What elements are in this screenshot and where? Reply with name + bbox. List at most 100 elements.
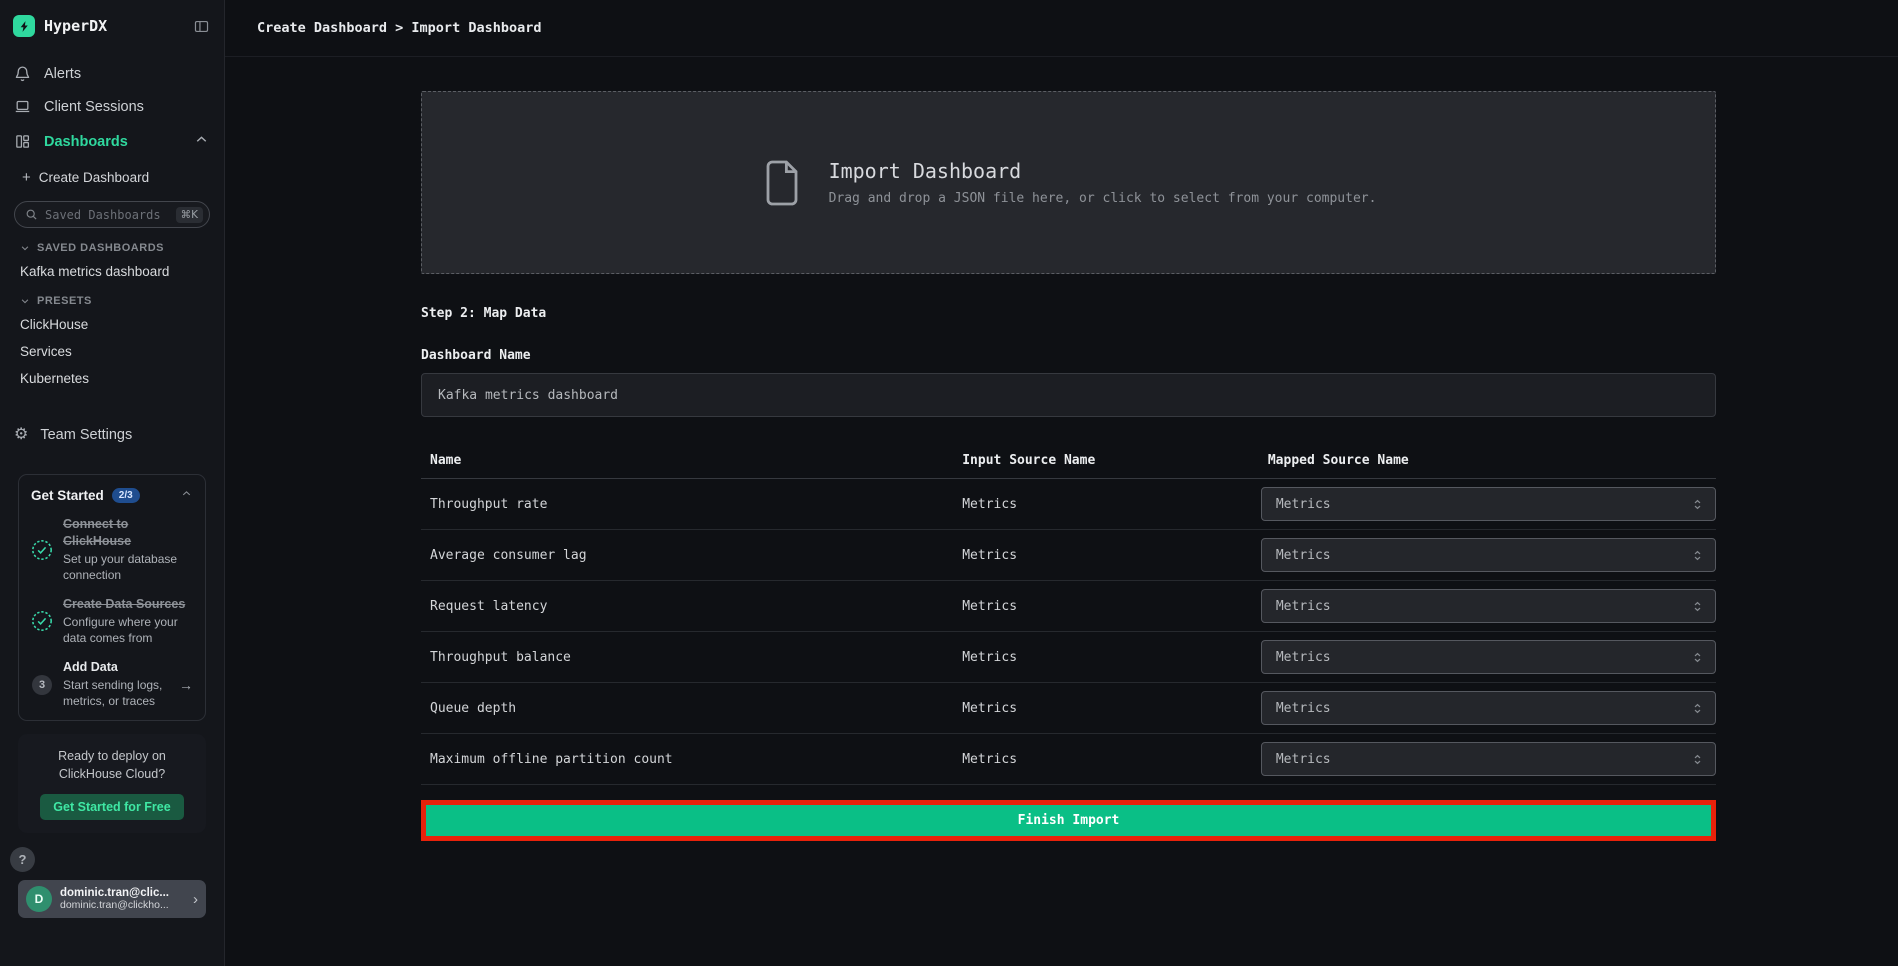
mapped-source-select[interactable]: Metrics (1261, 742, 1716, 776)
dashboards-grid-icon (14, 133, 31, 150)
arrow-right-icon: → (179, 677, 193, 693)
user-email: dominic.tran@clickho... (60, 899, 185, 911)
mapping-table: Name Input Source Name Mapped Source Nam… (421, 443, 1716, 785)
row-name: Queue depth (421, 701, 953, 716)
row-input-source: Metrics (953, 701, 1259, 716)
sidebar-nav: Alerts Client Sessions Dashboards (0, 57, 224, 160)
section-title: SAVED DASHBOARDS (37, 242, 164, 254)
select-value: Metrics (1276, 599, 1331, 614)
sidebar-item-client-sessions[interactable]: Client Sessions (0, 90, 224, 123)
hyperdx-logo-icon (13, 15, 35, 37)
topbar: Create Dashboard > Import Dashboard (225, 0, 1898, 57)
step-add-data[interactable]: 3 Add Data Start sending logs, metrics, … (31, 659, 193, 709)
mapped-source-select[interactable]: Metrics (1261, 538, 1716, 572)
chevron-up-icon (193, 131, 210, 152)
dashboard-name-input[interactable] (421, 373, 1716, 417)
row-input-source: Metrics (953, 650, 1259, 665)
dashboard-name-label: Dashboard Name (421, 348, 1716, 363)
chevron-selector-icon (1690, 497, 1705, 512)
finish-import-button[interactable]: Finish Import (426, 805, 1711, 836)
table-header-row: Name Input Source Name Mapped Source Nam… (421, 443, 1716, 479)
clickhouse-cloud-promo: Ready to deploy on ClickHouse Cloud? Get… (18, 734, 206, 834)
sidebar-item-services[interactable]: Services (0, 338, 224, 365)
table-row: Queue depth Metrics Metrics (421, 683, 1716, 734)
row-name: Request latency (421, 599, 953, 614)
step-subtitle: Set up your database connection (63, 551, 193, 583)
row-input-source: Metrics (953, 752, 1259, 767)
row-input-source: Metrics (953, 497, 1259, 512)
select-value: Metrics (1276, 650, 1331, 665)
step-connect-clickhouse[interactable]: Connect to ClickHouse Set up your databa… (31, 516, 193, 583)
chevron-down-icon (20, 243, 30, 253)
get-started-free-button[interactable]: Get Started for Free (40, 794, 183, 820)
sidebar-item-clickhouse[interactable]: ClickHouse (0, 311, 224, 338)
get-started-card: Get Started 2/3 Connect to ClickHouse Se… (18, 474, 206, 721)
sidebar-item-kafka-metrics-dashboard[interactable]: Kafka metrics dashboard (0, 258, 224, 285)
sidebar-item-kubernetes[interactable]: Kubernetes (0, 365, 224, 392)
create-dashboard-label: Create Dashboard (39, 170, 149, 185)
file-icon (761, 158, 803, 208)
chevron-selector-icon (1690, 701, 1705, 716)
promo-line-1: Ready to deploy on (30, 747, 194, 766)
column-header-mapped-source: Mapped Source Name (1259, 453, 1716, 468)
mapped-source-select[interactable]: Metrics (1261, 589, 1716, 623)
mapped-source-select[interactable]: Metrics (1261, 487, 1716, 521)
step-title: Add Data (63, 659, 169, 676)
search-placeholder: Saved Dashboards (45, 208, 169, 222)
table-row: Request latency Metrics Metrics (421, 581, 1716, 632)
row-name: Throughput rate (421, 497, 953, 512)
step-title: Connect to ClickHouse (63, 516, 193, 550)
sidebar-item-dashboards[interactable]: Dashboards (0, 123, 224, 160)
breadcrumb: Create Dashboard > Import Dashboard (257, 20, 541, 36)
select-value: Metrics (1276, 701, 1331, 716)
column-header-name: Name (421, 453, 953, 468)
step-subtitle: Configure where your data comes from (63, 614, 193, 646)
step-2-heading: Step 2: Map Data (421, 306, 1716, 321)
sidebar-item-team-settings[interactable]: ⚙ Team Settings (0, 418, 224, 452)
search-shortcut-badge: ⌘K (176, 207, 203, 223)
plus-icon: + (22, 169, 31, 186)
row-name: Throughput balance (421, 650, 953, 665)
mapped-source-select[interactable]: Metrics (1261, 691, 1716, 725)
check-circle-icon (31, 610, 53, 632)
chevron-selector-icon (1690, 752, 1705, 767)
step-number-badge: 3 (32, 675, 52, 695)
import-dropzone[interactable]: Import Dashboard Drag and drop a JSON fi… (421, 91, 1716, 274)
row-input-source: Metrics (953, 548, 1259, 563)
chevron-down-icon (20, 296, 30, 306)
row-input-source: Metrics (953, 599, 1259, 614)
chevron-right-icon: › (193, 891, 198, 908)
user-menu[interactable]: D dominic.tran@clic... dominic.tran@clic… (18, 880, 206, 918)
help-button[interactable]: ? (10, 847, 35, 872)
chevron-up-icon[interactable] (180, 487, 193, 503)
nav-label: Dashboards (44, 134, 128, 150)
team-settings-label: Team Settings (40, 427, 132, 443)
section-saved-dashboards[interactable]: SAVED DASHBOARDS (0, 232, 224, 258)
step-title: Create Data Sources (63, 596, 193, 613)
section-presets[interactable]: PRESETS (0, 285, 224, 311)
select-value: Metrics (1276, 548, 1331, 563)
promo-line-2: ClickHouse Cloud? (30, 765, 194, 784)
mapped-source-select[interactable]: Metrics (1261, 640, 1716, 674)
nav-label: Alerts (44, 66, 81, 82)
sidebar-item-alerts[interactable]: Alerts (0, 57, 224, 90)
create-dashboard-button[interactable]: + Create Dashboard (0, 160, 224, 195)
table-row: Maximum offline partition count Metrics … (421, 734, 1716, 785)
bell-icon (14, 65, 31, 82)
row-name: Average consumer lag (421, 548, 953, 563)
table-row: Average consumer lag Metrics Metrics (421, 530, 1716, 581)
sidebar-collapse-icon[interactable] (193, 18, 210, 35)
section-title: PRESETS (37, 295, 92, 307)
search-icon (25, 208, 38, 221)
column-header-input-source: Input Source Name (953, 453, 1259, 468)
avatar: D (26, 886, 52, 912)
dropzone-subtitle: Drag and drop a JSON file here, or click… (829, 191, 1377, 206)
chevron-selector-icon (1690, 548, 1705, 563)
gear-icon: ⚙ (14, 427, 28, 443)
step-create-data-sources[interactable]: Create Data Sources Configure where your… (31, 596, 193, 646)
chevron-selector-icon (1690, 599, 1705, 614)
get-started-title: Get Started (31, 488, 104, 503)
select-value: Metrics (1276, 497, 1331, 512)
step-subtitle: Start sending logs, metrics, or traces (63, 677, 169, 709)
saved-dashboards-search-input[interactable]: Saved Dashboards ⌘K (14, 201, 210, 228)
